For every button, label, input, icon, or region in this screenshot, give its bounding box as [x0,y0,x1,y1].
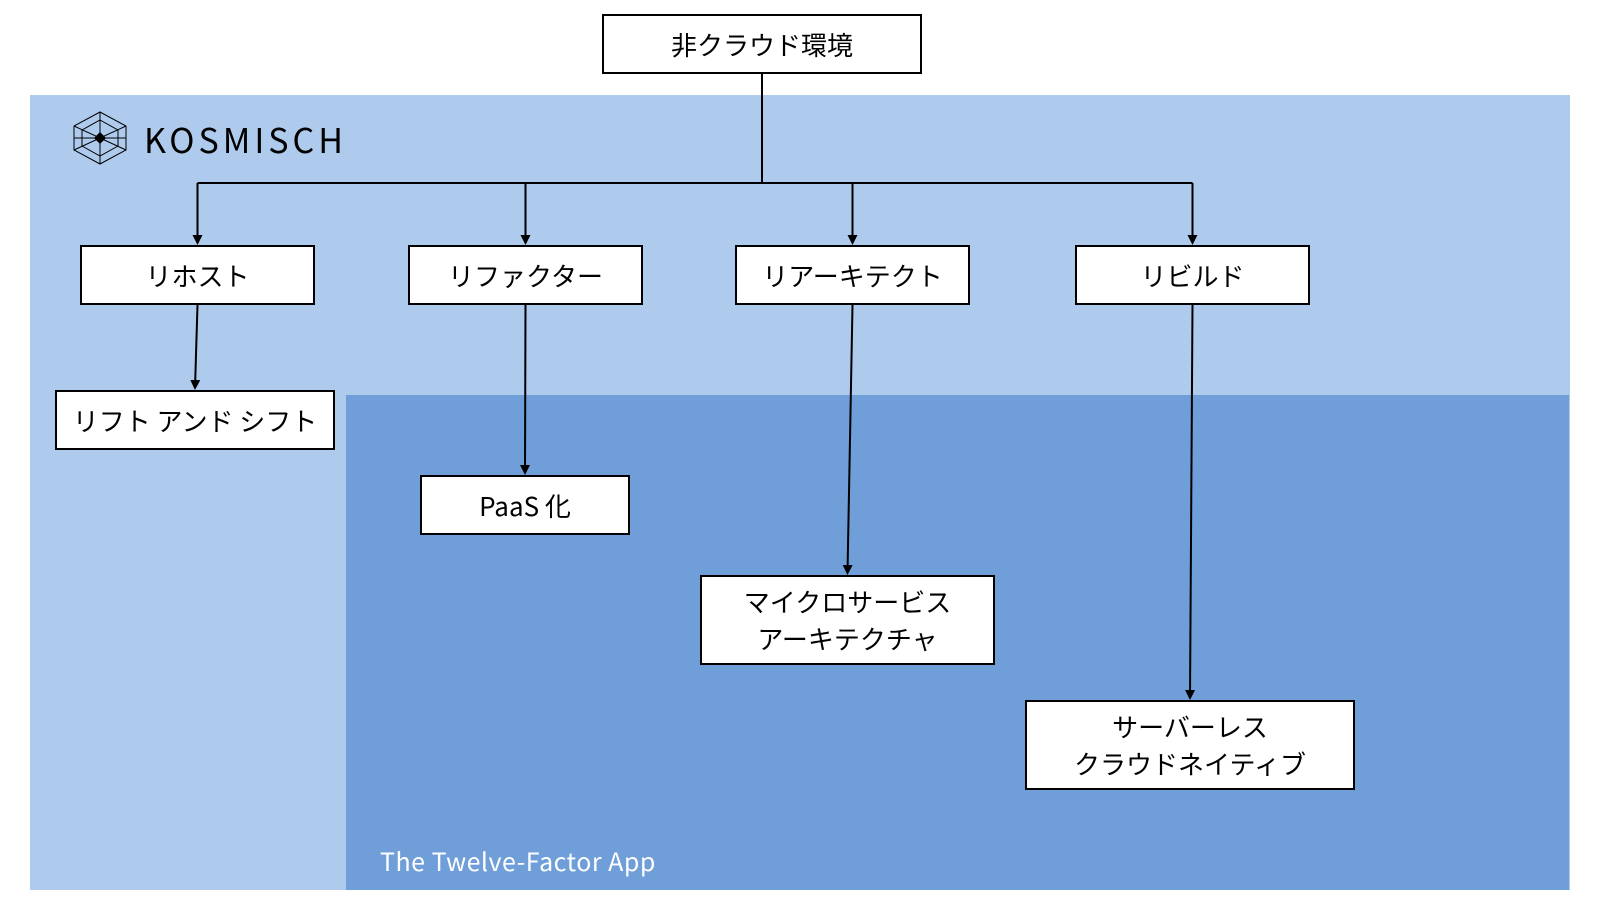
node-microservices: マイクロサービスアーキテクチャ [700,575,995,665]
node-refactor: リファクター [408,245,643,305]
node-rehost: リホスト [80,245,315,305]
node-lift_shift: リフト アンド シフト [55,390,335,450]
node-root: 非クラウド環境 [602,14,922,74]
node-serverless: サーバーレスクラウドネイティブ [1025,700,1355,790]
edges-layer [0,0,1599,914]
node-rebuild: リビルド [1075,245,1310,305]
node-rearchitect: リアーキテクト [735,245,970,305]
node-paas: PaaS 化 [420,475,630,535]
